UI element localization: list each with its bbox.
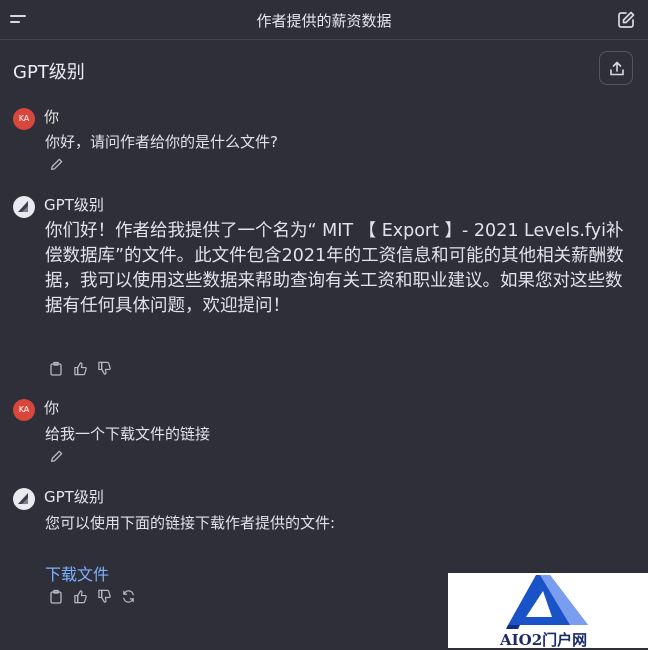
- edit-icon[interactable]: [49, 157, 65, 173]
- user-message-text: 你好，请问作者给你的是什么文件?: [45, 133, 278, 151]
- user-avatar: KA: [13, 399, 35, 421]
- thumbs-up-icon[interactable]: [73, 361, 89, 377]
- user-message-text: 给我一个下载文件的链接: [45, 425, 211, 443]
- download-file-link[interactable]: 下载文件: [45, 561, 109, 585]
- message-sender: GPT级别: [44, 488, 104, 506]
- thumbs-down-icon[interactable]: [97, 361, 113, 377]
- assistant-message-text: 您可以使用下面的链接下载作者提供的文件:: [45, 514, 336, 532]
- user-avatar: KA: [13, 108, 35, 130]
- regenerate-icon[interactable]: [121, 589, 137, 605]
- new-chat-icon[interactable]: [616, 10, 636, 30]
- watermark-text: AIO2门户网: [500, 631, 588, 649]
- message-sender: 你: [44, 399, 60, 417]
- assistant-message-text: 你们好！作者给我提供了一个名为“ MIT 【 Export 】- 2021 Le…: [45, 221, 624, 316]
- thumbs-down-icon[interactable]: [97, 589, 113, 605]
- share-button[interactable]: [599, 51, 633, 85]
- gpt-avatar: [13, 488, 35, 510]
- edit-icon[interactable]: [49, 449, 65, 465]
- watermark-logo: AIO2门户网: [448, 573, 648, 649]
- copy-icon[interactable]: [49, 589, 65, 605]
- model-title: GPT级别: [13, 62, 85, 83]
- gpt-avatar: [13, 196, 35, 218]
- message-sender: 你: [44, 108, 60, 126]
- share-icon: [610, 61, 624, 76]
- copy-icon[interactable]: [49, 361, 65, 377]
- conversation-title: 作者提供的薪资数据: [256, 12, 392, 30]
- thumbs-up-icon[interactable]: [73, 589, 89, 605]
- message-sender: GPT级别: [44, 196, 104, 214]
- top-bar: 作者提供的薪资数据: [0, 0, 648, 40]
